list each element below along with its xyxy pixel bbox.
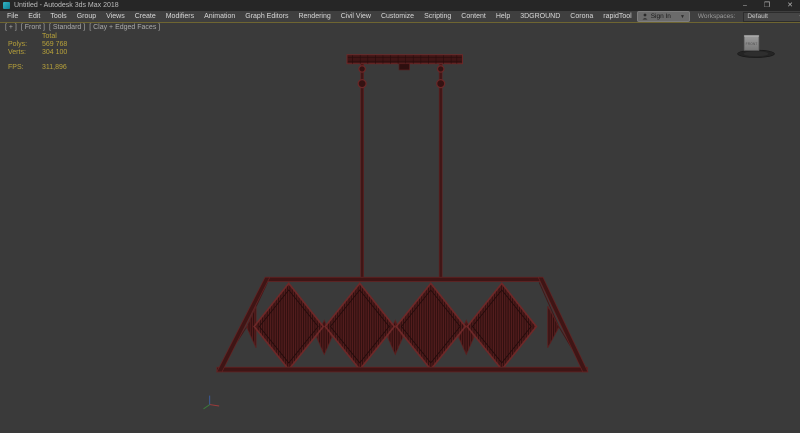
menu-animation[interactable]: Animation bbox=[199, 13, 240, 20]
workspaces-label: Workspaces: bbox=[698, 13, 735, 20]
workspaces-dropdown[interactable]: Default ▼ bbox=[743, 12, 800, 22]
menu-tools[interactable]: Tools bbox=[45, 13, 71, 20]
viewport-renderer-label[interactable]: [ Standard ] bbox=[49, 24, 85, 31]
menu-graph-editors[interactable]: Graph Editors bbox=[240, 13, 293, 20]
menu-customize[interactable]: Customize bbox=[376, 13, 419, 20]
viewcube-face-label: FRONT bbox=[746, 42, 758, 46]
stats-verts-value: 304 100 bbox=[42, 49, 67, 57]
model-diamond-panels bbox=[254, 283, 536, 369]
menu-3dground[interactable]: 3DGROUND bbox=[515, 13, 565, 20]
menu-rapidtool[interactable]: rapidTool bbox=[598, 13, 636, 20]
sign-in-label: Sign In bbox=[651, 13, 671, 20]
viewport-shading-label[interactable]: [ Clay + Edged Faces ] bbox=[89, 24, 160, 31]
menu-rendering[interactable]: Rendering bbox=[293, 13, 335, 20]
menu-content[interactable]: Content bbox=[456, 13, 491, 20]
menu-views[interactable]: Views bbox=[101, 13, 130, 20]
model-hanging-rods bbox=[358, 64, 445, 279]
menubar: File Edit Tools Group Views Create Modif… bbox=[0, 11, 800, 22]
viewport-front[interactable]: [ + ] [ Front ] [ Standard ] [ Clay + Ed… bbox=[0, 23, 800, 433]
sign-in-button[interactable]: Sign In ▼ bbox=[637, 11, 690, 22]
viewport-menu-label[interactable]: [ + ] bbox=[5, 24, 17, 31]
menu-help[interactable]: Help bbox=[491, 13, 515, 20]
titlebar[interactable]: Untitled - Autodesk 3ds Max 2018 – ❐ ✕ bbox=[0, 0, 800, 11]
close-button[interactable]: ✕ bbox=[787, 0, 793, 11]
window-title: Untitled - Autodesk 3ds Max 2018 bbox=[14, 2, 119, 9]
stats-polys-value: 569 768 bbox=[42, 41, 67, 49]
stats-verts-label: Verts: bbox=[8, 49, 40, 57]
menu-scripting[interactable]: Scripting bbox=[419, 13, 456, 20]
workspaces-value: Default bbox=[747, 13, 768, 20]
stats-polys-label: Polys: bbox=[8, 41, 40, 49]
3dsmax-app-icon[interactable] bbox=[3, 2, 10, 9]
stats-fps-value: 311,896 bbox=[42, 64, 67, 72]
menu-group[interactable]: Group bbox=[72, 13, 101, 20]
model-chandelier[interactable] bbox=[217, 55, 588, 372]
menu-edit[interactable]: Edit bbox=[23, 13, 45, 20]
viewport-canvas[interactable]: FRONT bbox=[0, 23, 800, 433]
sign-in-caret-icon: ▼ bbox=[680, 14, 685, 20]
minimize-button[interactable]: – bbox=[743, 0, 747, 11]
menu-file[interactable]: File bbox=[2, 13, 23, 20]
menu-create[interactable]: Create bbox=[130, 13, 161, 20]
user-icon bbox=[642, 13, 648, 20]
stats-total-label: Total bbox=[42, 33, 67, 41]
viewport-label-bar: [ + ] [ Front ] [ Standard ] [ Clay + Ed… bbox=[5, 24, 160, 31]
viewcube[interactable]: FRONT bbox=[738, 35, 775, 57]
3dsmax-window: Untitled - Autodesk 3ds Max 2018 – ❐ ✕ F… bbox=[0, 0, 800, 433]
statistics-overlay: Total Polys: 569 768 Verts: 304 100 FPS:… bbox=[8, 33, 67, 72]
world-axis-icon bbox=[204, 396, 220, 409]
menu-modifiers[interactable]: Modifiers bbox=[161, 13, 199, 20]
viewport-view-label[interactable]: [ Front ] bbox=[21, 24, 45, 31]
stats-fps-label: FPS: bbox=[8, 64, 40, 72]
maximize-button[interactable]: ❐ bbox=[764, 0, 770, 11]
menu-civil-view[interactable]: Civil View bbox=[336, 13, 376, 20]
menu-corona[interactable]: Corona bbox=[565, 13, 598, 20]
